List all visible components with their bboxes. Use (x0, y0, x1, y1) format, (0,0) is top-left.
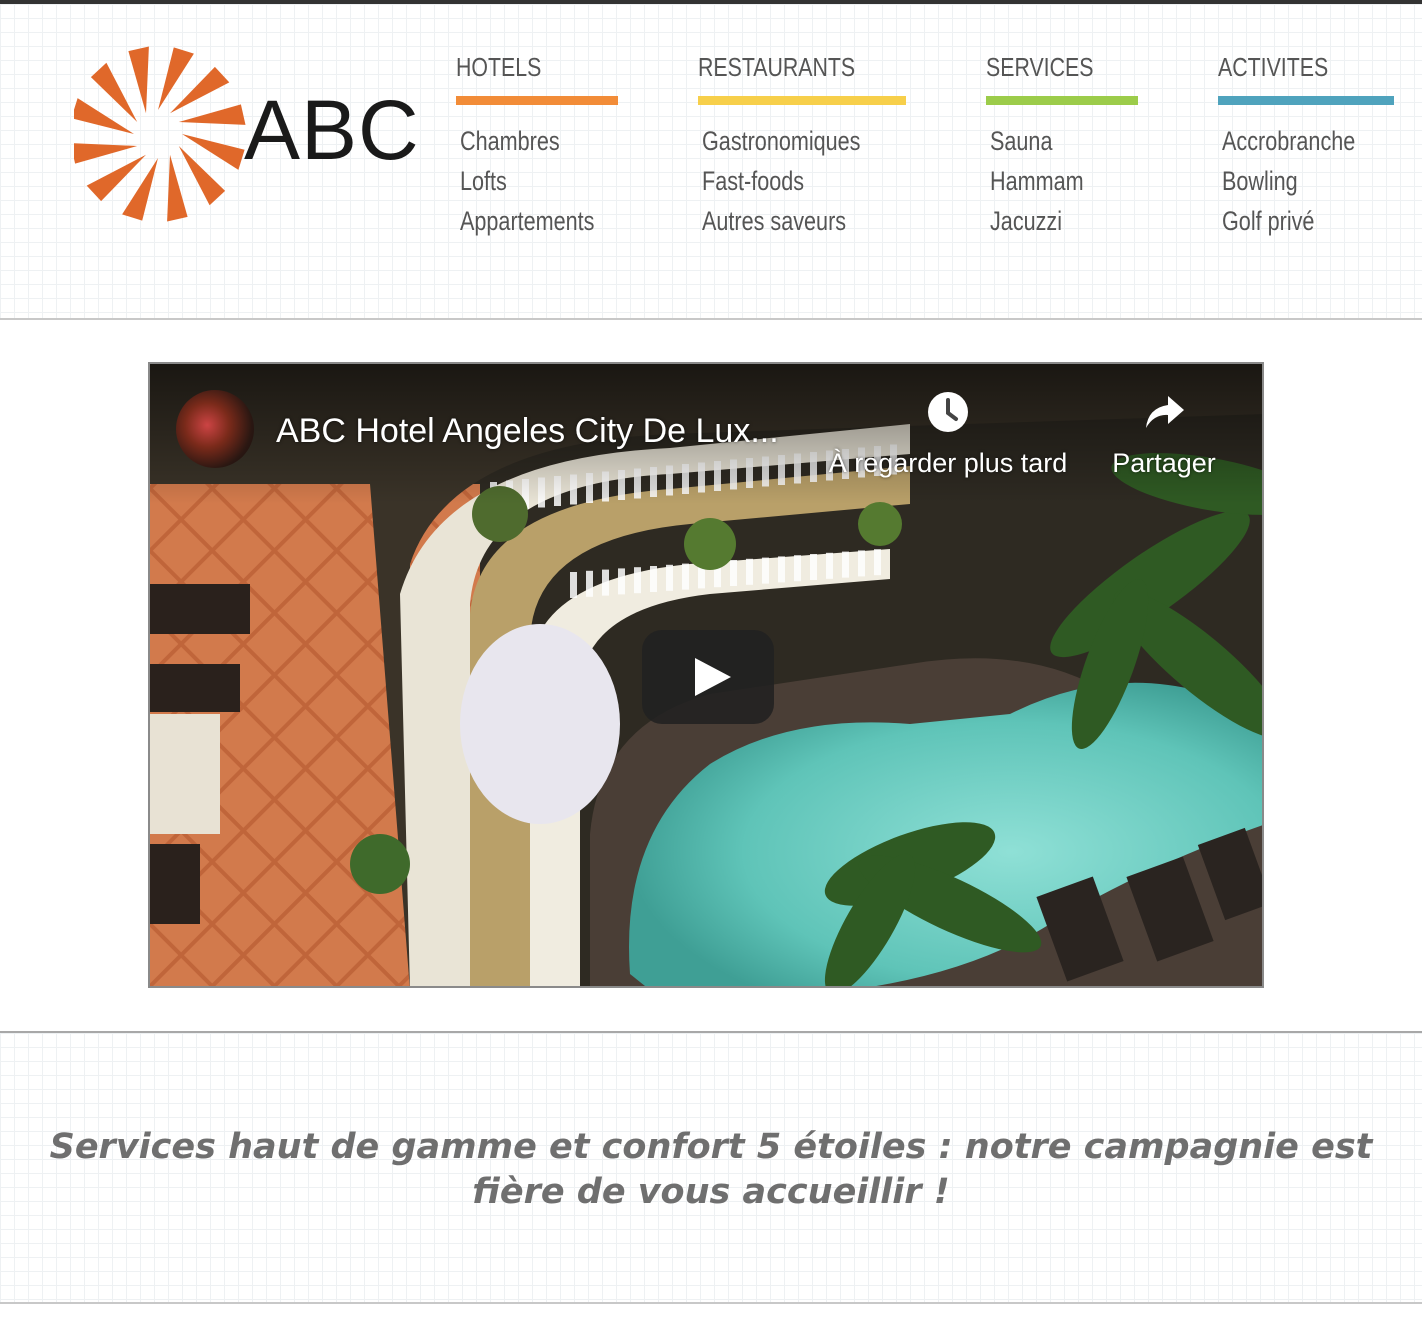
nav-item-jacuzzi[interactable]: Jacuzzi (990, 201, 1108, 241)
clock-icon (928, 392, 968, 432)
nav-bar-services (986, 96, 1138, 105)
nav-column-hotels: HOTELS Chambres Lofts Appartements (456, 52, 628, 241)
nav-item-fast-foods[interactable]: Fast-foods (702, 161, 865, 201)
channel-avatar[interactable] (176, 390, 254, 468)
nav-bar-activites (1218, 96, 1394, 105)
nav-item-chambres[interactable]: Chambres (460, 121, 594, 161)
nav-bar-hotels (456, 96, 618, 105)
nav-item-golf-prive[interactable]: Golf privé (1222, 201, 1360, 241)
nav-item-gastronomiques[interactable]: Gastronomiques (702, 121, 865, 161)
nav-heading-hotels[interactable]: HOTELS (456, 52, 597, 86)
logo-text: ABC (244, 83, 420, 177)
nav-column-services: SERVICES Sauna Hammam Jacuzzi (986, 52, 1138, 241)
tagline-section: Services haut de gamme et confort 5 étoi… (0, 1033, 1422, 1303)
nav-item-sauna[interactable]: Sauna (990, 121, 1108, 161)
watch-later-button[interactable]: À regarder plus tard (820, 390, 1076, 479)
nav-heading-activites[interactable]: ACTIVITES (1218, 52, 1362, 86)
nav-item-bowling[interactable]: Bowling (1222, 161, 1360, 201)
site-header: ABC HOTELS Chambres Lofts Appartements R… (0, 4, 1422, 318)
nav-item-autres-saveurs[interactable]: Autres saveurs (702, 201, 865, 241)
share-button[interactable]: Partager (1100, 390, 1228, 479)
sunburst-icon (74, 46, 246, 222)
play-button[interactable] (642, 630, 774, 724)
watch-later-label: À regarder plus tard (828, 448, 1068, 478)
tagline: Services haut de gamme et confort 5 étoi… (49, 1127, 1373, 1212)
nav-item-appartements[interactable]: Appartements (460, 201, 594, 241)
nav-bar-restaurants (698, 96, 906, 105)
video-title[interactable]: ABC Hotel Angeles City De Lux... (276, 412, 779, 451)
nav-item-hammam[interactable]: Hammam (990, 161, 1108, 201)
play-icon (695, 658, 731, 696)
nav-column-activites: ACTIVITES Accrobranche Bowling Golf priv… (1218, 52, 1394, 241)
share-arrow-icon (1146, 396, 1184, 428)
nav-column-restaurants: RESTAURANTS Gastronomiques Fast-foods Au… (698, 52, 906, 241)
nav-item-accrobranche[interactable]: Accrobranche (1222, 121, 1360, 161)
nav-item-lofts[interactable]: Lofts (460, 161, 594, 201)
nav-heading-services[interactable]: SERVICES (986, 52, 1111, 86)
footer-divider (0, 1302, 1422, 1304)
logo[interactable]: ABC (74, 40, 419, 230)
nav-heading-restaurants[interactable]: RESTAURANTS (698, 52, 869, 86)
video-embed[interactable]: ABC Hotel Angeles City De Lux... À regar… (148, 362, 1264, 988)
share-label: Partager (1112, 448, 1216, 478)
